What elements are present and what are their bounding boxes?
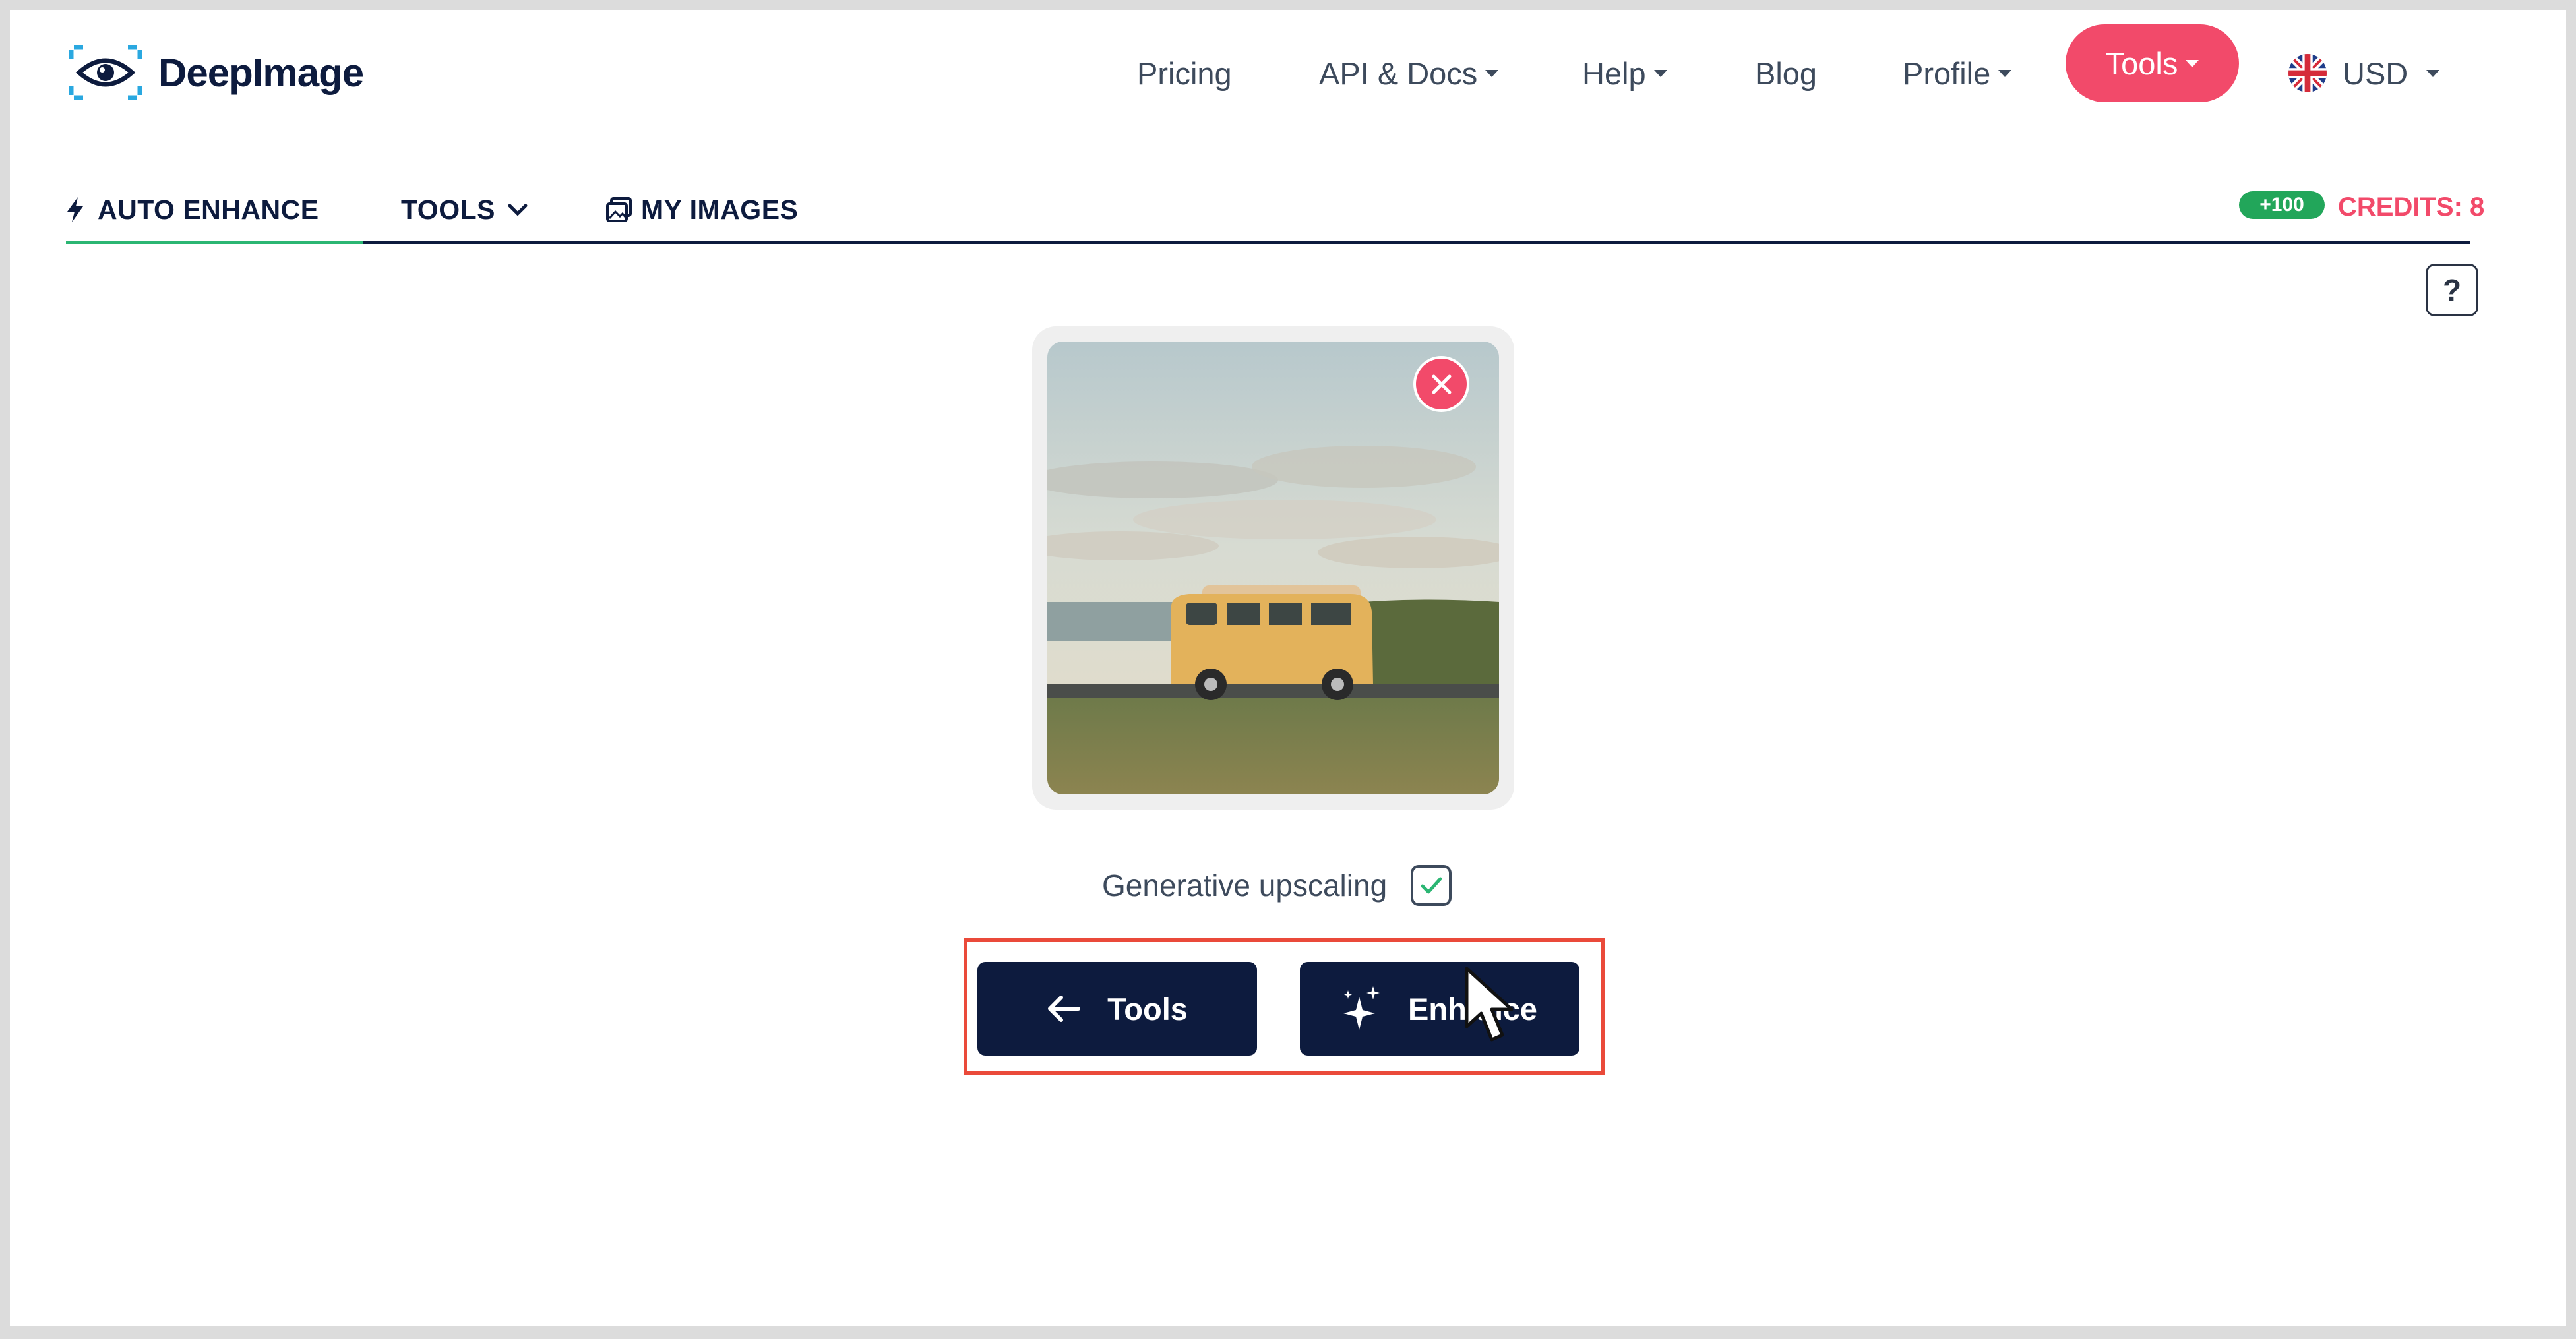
page: DeepImage Pricing API & Docs Help Blog P…: [10, 10, 2566, 1326]
back-to-tools-button[interactable]: Tools: [977, 962, 1257, 1056]
sparkles-icon: [1343, 986, 1380, 1030]
nav-pricing-label: Pricing: [1137, 55, 1232, 91]
nav-api-docs[interactable]: API & Docs: [1319, 51, 1499, 96]
tab-my-images-label: MY IMAGES: [641, 194, 799, 225]
currency-selector[interactable]: USD: [2288, 44, 2440, 102]
nav-tools-label: Tools: [2105, 45, 2178, 81]
mouse-cursor-icon: [1465, 967, 1514, 1042]
eye-logo-icon: [69, 45, 142, 100]
credits-count[interactable]: CREDITS: 8: [2338, 193, 2484, 222]
caret-down-icon: [1485, 69, 1499, 77]
caret-down-icon: [1998, 69, 2012, 77]
brand-name: DeepImage: [158, 50, 364, 95]
enhance-button[interactable]: Enhance: [1300, 962, 1579, 1056]
generative-upscaling-option: Generative upscaling: [1102, 860, 1452, 910]
remove-image-button[interactable]: [1413, 356, 1469, 412]
help-button[interactable]: ?: [2426, 264, 2478, 316]
gallery-icon: [606, 197, 632, 222]
tab-my-images[interactable]: MY IMAGES: [605, 190, 798, 229]
tab-auto-enhance[interactable]: AUTO ENHANCE: [66, 190, 319, 229]
tab-tools-label: TOOLS: [401, 194, 495, 225]
nav-profile[interactable]: Profile: [1903, 51, 2012, 96]
logo[interactable]: DeepImage: [66, 36, 364, 109]
nav-blog[interactable]: Blog: [1755, 51, 1817, 96]
caret-down-icon: [2186, 59, 2199, 67]
nav-blog-label: Blog: [1755, 55, 1818, 91]
chevron-down-icon: [508, 204, 528, 216]
currency-label: USD: [2343, 55, 2408, 91]
tab-bar: AUTO ENHANCE TOOLS MY IMAGES +100 CREDIT…: [66, 178, 2484, 244]
add-credits-badge[interactable]: +100: [2239, 191, 2325, 219]
caret-down-icon: [1653, 69, 1667, 77]
generative-upscaling-checkbox[interactable]: [1411, 864, 1452, 906]
van-illustration: [1171, 585, 1373, 700]
generative-upscaling-label: Generative upscaling: [1102, 868, 1388, 903]
active-tab-indicator: [66, 241, 363, 244]
uk-flag-icon: [2288, 54, 2327, 92]
lightning-icon: [67, 197, 83, 222]
nav-api-docs-label: API & Docs: [1319, 55, 1478, 91]
nav-profile-label: Profile: [1903, 55, 1991, 91]
tab-tools[interactable]: TOOLS: [401, 190, 530, 229]
nav-pricing[interactable]: Pricing: [1137, 51, 1232, 96]
close-icon: [1432, 374, 1451, 394]
nav-help-label: Help: [1582, 55, 1646, 91]
add-credits-label: +100: [2259, 194, 2304, 216]
nav-tools-button[interactable]: Tools: [2066, 24, 2239, 102]
checkmark-icon: [1421, 877, 1442, 893]
tab-auto-enhance-label: AUTO ENHANCE: [98, 194, 319, 225]
caret-down-icon: [2426, 69, 2440, 77]
arrow-left-icon: [1048, 996, 1081, 1022]
help-button-label: ?: [2442, 273, 2462, 307]
nav-help[interactable]: Help: [1582, 51, 1667, 96]
back-button-label: Tools: [1107, 991, 1188, 1027]
